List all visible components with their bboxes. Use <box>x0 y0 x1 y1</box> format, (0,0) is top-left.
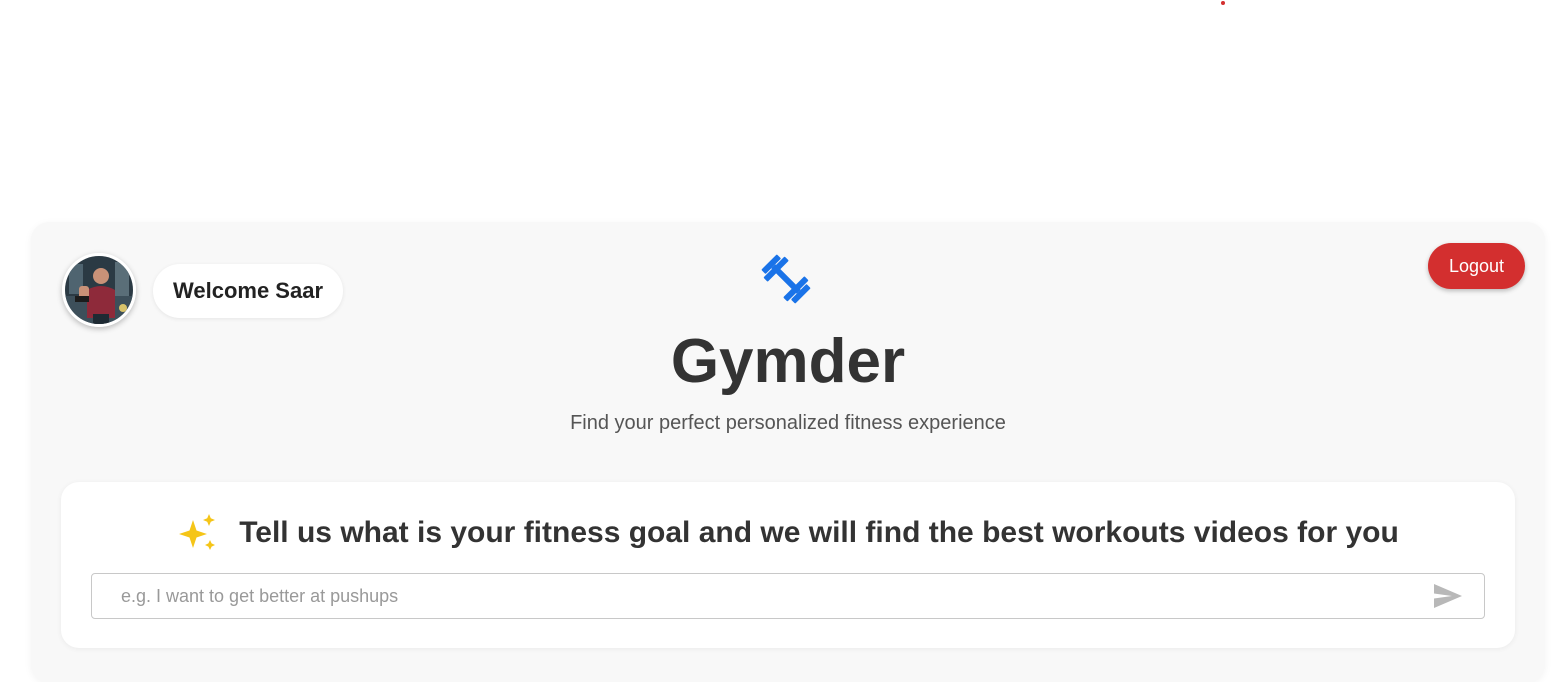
goal-heading: Tell us what is your fitness goal and we… <box>239 516 1399 549</box>
sparkle-icon <box>179 514 216 550</box>
page-title: Gymder <box>670 327 906 396</box>
welcome-badge: Welcome Saar <box>153 264 344 318</box>
avatar-photo <box>65 256 133 324</box>
dumbbell-icon <box>761 254 811 304</box>
goal-input-container <box>91 573 1485 619</box>
main-card: Welcome Saar Logout Gymder Find your per… <box>31 222 1545 682</box>
goal-heading-row: Tell us what is your fitness goal and we… <box>61 512 1515 554</box>
page-subtitle: Find your perfect personalized fitness e… <box>570 412 1006 434</box>
goal-input[interactable] <box>92 574 1412 618</box>
send-button[interactable] <box>1432 582 1464 610</box>
notification-dot <box>1221 1 1225 5</box>
send-icon <box>1434 584 1462 608</box>
goal-card: Tell us what is your fitness goal and we… <box>61 482 1515 648</box>
logout-button[interactable]: Logout <box>1428 243 1525 289</box>
avatar[interactable] <box>62 253 136 327</box>
